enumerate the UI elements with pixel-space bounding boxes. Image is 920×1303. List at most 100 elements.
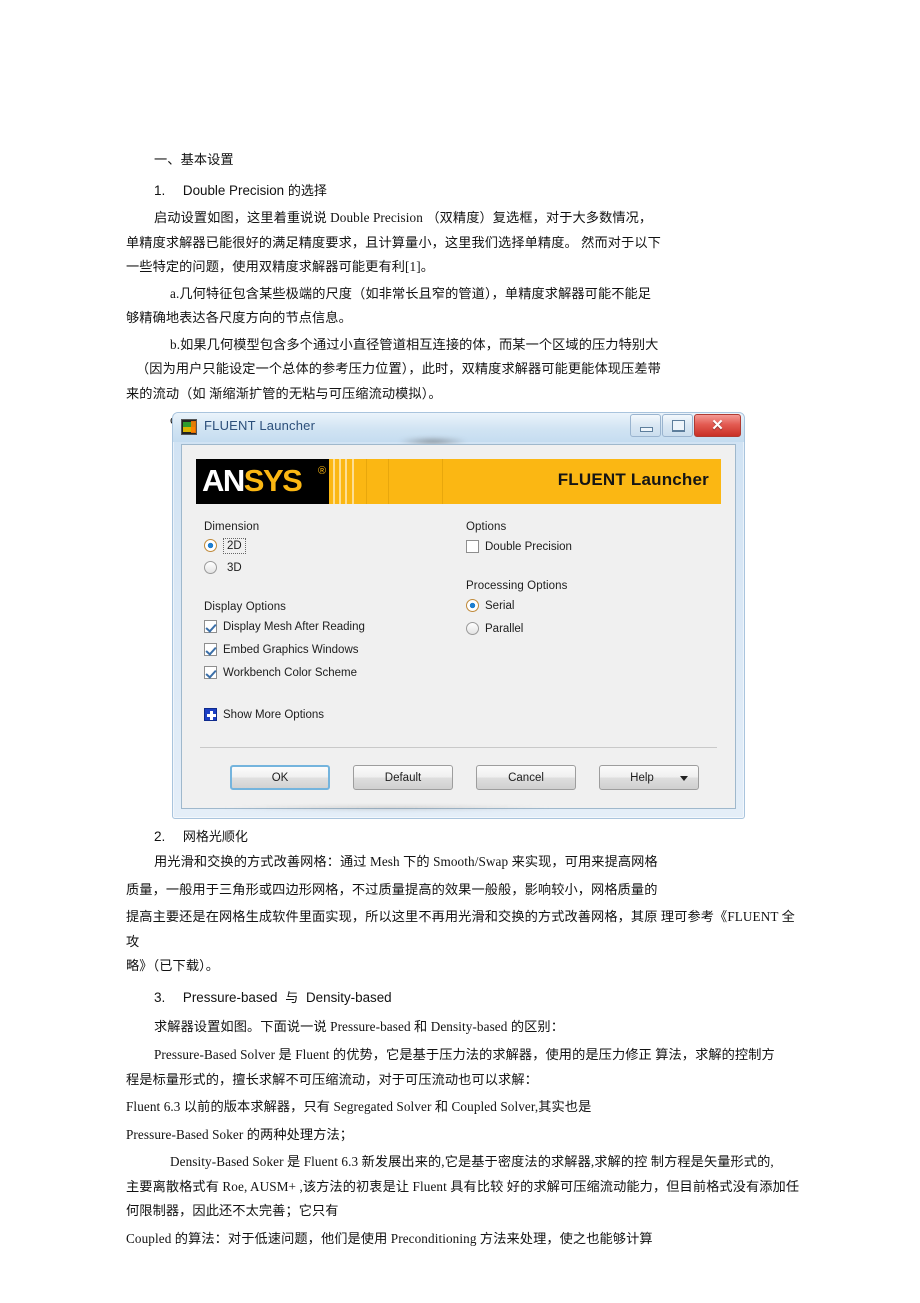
maximize-button[interactable] xyxy=(662,414,693,437)
dialog-button-row: OK Default Cancel Help xyxy=(230,765,699,790)
processing-options-group-label: Processing Options xyxy=(466,580,568,592)
checkbox-display-mesh-icon[interactable] xyxy=(204,620,217,633)
item-a-line-2: 够精确地表达各尺度方向的节点信息。 xyxy=(126,310,352,325)
item-3-number: 3. xyxy=(154,989,166,1005)
item-3-title: 3. Pressure-based 与 Density-based xyxy=(126,985,802,1011)
ansys-logo-sys: SYS xyxy=(243,463,303,498)
show-more-options-label: Show More Options xyxy=(223,708,324,721)
window-title: FLUENT Launcher xyxy=(204,418,316,433)
ok-button-label: OK xyxy=(271,771,289,784)
display-option-display-mesh[interactable]: Display Mesh After Reading xyxy=(204,617,454,636)
ok-button[interactable]: OK xyxy=(230,765,330,790)
item-3-title-latin-a: Pressure-based xyxy=(182,989,278,1005)
checkbox-workbench-color-icon[interactable] xyxy=(204,666,217,679)
display-option-embed-graphics[interactable]: Embed Graphics Windows xyxy=(204,640,454,659)
sec3-line-6: Density-Based Soker 是 Fluent 6.3 新发展出来的,… xyxy=(170,1154,774,1169)
para-1-line-3: 一些特定的问题，使用双精度求解器可能更有利[1]。 xyxy=(126,259,434,274)
expand-plus-icon[interactable] xyxy=(204,708,217,721)
sec3-line-1: 求解器设置如图。下面说一说 Pressure-based 和 Density-b… xyxy=(154,1018,565,1034)
display-option-display-mesh-label: Display Mesh After Reading xyxy=(223,620,365,633)
item-b-line-1: b.如果几何模型包含多个通过小直径管道相互连接的体，而某一个区域的压力特别大 xyxy=(170,336,659,352)
sec3-line-4: Fluent 6.3 以前的版本求解器，只有 Segregated Solver… xyxy=(126,1099,592,1114)
sec3-line-7: 主要离散格式有 Roe, AUSM+ ,该方法的初衷是让 Fluent 具有比较… xyxy=(126,1178,800,1194)
radio-parallel-icon[interactable] xyxy=(466,622,479,635)
radio-3d-icon[interactable] xyxy=(204,561,217,574)
chevron-down-icon[interactable] xyxy=(680,776,688,781)
right-column: Options Double Precision Processing Opti… xyxy=(466,521,716,638)
display-option-embed-graphics-label: Embed Graphics Windows xyxy=(223,643,359,656)
ansys-logo-text: ANSYS xyxy=(202,463,303,498)
para-1-line-1: 启动设置如图，这里着重说说 Double Precision （双精度）复选框，… xyxy=(154,210,653,225)
document-page: 一、基本设置 1. Double Precision 的选择 启动设置如图，这里… xyxy=(0,0,920,1303)
display-option-workbench-color[interactable]: Workbench Color Scheme xyxy=(204,663,454,682)
sec3-line-9: Coupled 的算法：对于低速问题，他们是使用 Preconditioning… xyxy=(126,1230,653,1246)
default-button[interactable]: Default xyxy=(353,765,453,790)
options-group-label: Options xyxy=(466,521,507,533)
processing-option-serial-label: Serial xyxy=(485,599,515,612)
item-1-number: 1. xyxy=(154,183,166,198)
radio-2d-icon[interactable] xyxy=(204,539,217,552)
dimension-group-label: Dimension xyxy=(204,521,260,533)
item-2-number: 2. xyxy=(154,829,166,844)
checkbox-double-precision-icon[interactable] xyxy=(466,540,479,553)
default-button-label: Default xyxy=(384,771,422,784)
processing-option-serial[interactable]: Serial xyxy=(466,596,716,615)
title-bar[interactable]: FLUENT Launcher ✕ xyxy=(173,413,744,446)
sec3-line-8: 何限制器，因此还不太完善；它只有 xyxy=(126,1203,339,1218)
show-more-options-toggle[interactable]: Show More Options xyxy=(204,705,454,724)
item-b-line-3: 来的流动（如 渐缩渐扩管的无粘与可压缩流动模拟）。 xyxy=(126,385,442,401)
sec2-line-1: 用光滑和交换的方式改善网格：通过 Mesh 下的 Smooth/Swap 来实现… xyxy=(154,854,658,869)
radio-serial-icon[interactable] xyxy=(466,599,479,612)
section-heading: 一、基本设置 xyxy=(154,152,234,167)
dimension-option-2d[interactable]: 2D xyxy=(204,536,454,555)
fluent-app-icon xyxy=(181,419,197,435)
help-button-label: Help xyxy=(630,771,654,784)
item-a-line-1: a.几何特征包含某些极端的尺度（如非常长且窄的管道），单精度求解器可能不能足 xyxy=(170,285,652,301)
dialog-client-area: ANSYS ® FLUENT Launcher Dimension 2D 3D … xyxy=(181,444,736,811)
cancel-button[interactable]: Cancel xyxy=(476,765,576,790)
option-double-precision-label: Double Precision xyxy=(485,540,572,553)
document-body: 一、基本设置 1. Double Precision 的选择 启动设置如图，这里… xyxy=(126,148,802,457)
left-column: Dimension 2D 3D Display Options Display … xyxy=(204,521,454,724)
sec2-line-2: 质量，一般用于三角形或四边形网格，不过质量提高的效果一般般，影响较小，网格质量的 xyxy=(126,881,658,897)
sec3-line-2: Pressure-Based Solver 是 Fluent 的优势，它是基于压… xyxy=(154,1047,775,1062)
item-2-title: 2. 网格光顺化 xyxy=(126,824,802,850)
item-3-title-cn-mid: 与 xyxy=(285,989,299,1005)
item-b-line-2: （因为用户只能设定一个总体的参考压力位置），此时，双精度求解器可能更能体现压差带 xyxy=(136,361,661,376)
window-controls[interactable]: ✕ xyxy=(629,414,741,437)
minimize-button[interactable] xyxy=(630,414,661,437)
sec2-line-4: 略》（已下载）。 xyxy=(126,958,220,973)
ansys-banner: ANSYS ® FLUENT Launcher xyxy=(196,459,721,504)
checkbox-embed-graphics-icon[interactable] xyxy=(204,643,217,656)
window-frame: FLUENT Launcher ✕ ANSYS ® FLUENT Launche… xyxy=(172,412,745,819)
sec3-line-3: 程是标量形式的，擅长求解不可压缩流动，对于可压流动也可以求解： xyxy=(126,1071,538,1087)
processing-option-parallel-label: Parallel xyxy=(485,622,524,635)
item-2-title-cn: 网格光顺化 xyxy=(182,829,248,844)
banner-label: FLUENT Launcher xyxy=(557,470,709,489)
cancel-button-label: Cancel xyxy=(508,771,544,784)
dimension-option-3d[interactable]: 3D xyxy=(204,558,454,577)
item-3-title-latin-b: Density-based xyxy=(306,989,392,1005)
para-1-line-2: 单精度求解器已能很好的满足精度要求，且计算量小，这里我们选择单精度。 然而对于以… xyxy=(126,234,661,250)
close-icon: ✕ xyxy=(711,417,724,434)
fluent-launcher-dialog[interactable]: FLUENT Launcher ✕ ANSYS ® FLUENT Launche… xyxy=(172,412,745,819)
dimension-option-3d-label: 3D xyxy=(227,561,242,574)
button-separator xyxy=(200,747,717,748)
display-option-workbench-color-label: Workbench Color Scheme xyxy=(223,666,358,679)
minimize-icon xyxy=(640,427,653,432)
option-double-precision[interactable]: Double Precision xyxy=(466,537,716,556)
item-1-title-cn: 的选择 xyxy=(287,183,327,198)
document-body-lower: 2. 网格光顺化 用光滑和交换的方式改善网格：通过 Mesh 下的 Smooth… xyxy=(126,824,802,1251)
processing-option-parallel[interactable]: Parallel xyxy=(466,619,716,638)
sec3-line-5: Pressure-Based Soker 的两种处理方法； xyxy=(126,1126,354,1142)
ansys-logo-registered: ® xyxy=(318,465,327,477)
help-button[interactable]: Help xyxy=(599,765,699,790)
ansys-logo-an: AN xyxy=(202,463,245,498)
scan-artifact-bottom xyxy=(222,805,552,811)
maximize-icon xyxy=(672,420,685,432)
item-1-title: 1. Double Precision 的选择 xyxy=(126,178,802,204)
close-button[interactable]: ✕ xyxy=(694,414,741,437)
item-1-title-latin: Double Precision xyxy=(182,183,285,198)
sec2-line-3: 提高主要还是在网格生成软件里面实现，所以这里不再用光滑和交换的方式改善网格，其原… xyxy=(126,909,795,949)
display-options-group-label: Display Options xyxy=(204,601,287,613)
